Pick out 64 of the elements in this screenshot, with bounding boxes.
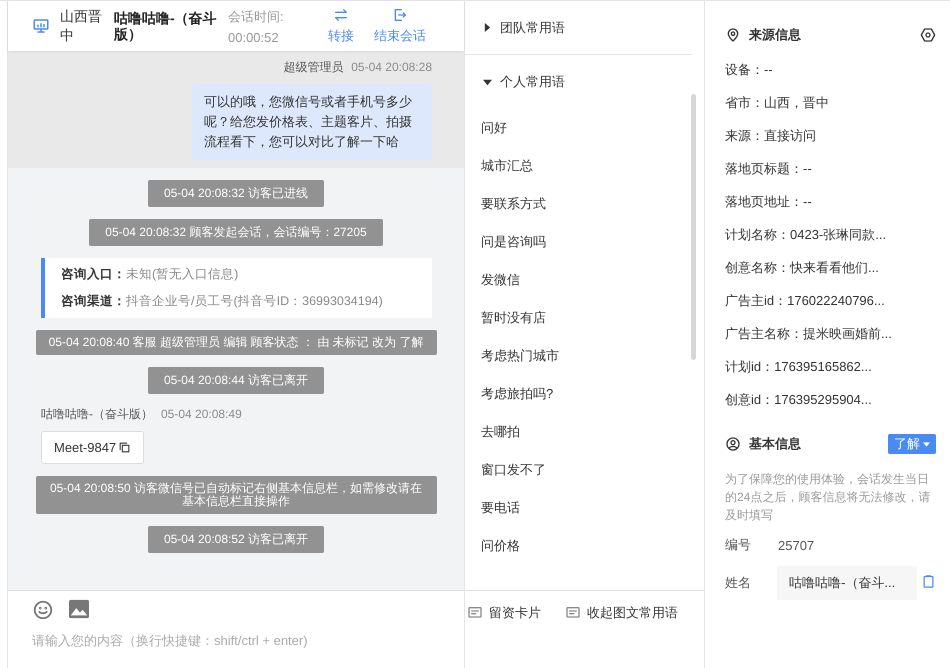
system-notice: 05-04 20:08:32 顾客发起会话，会话编号：27205	[89, 219, 383, 246]
location-pin-icon	[725, 27, 741, 43]
settings-icon[interactable]	[920, 27, 936, 43]
phrase-item[interactable]: 要联系方式	[465, 185, 692, 223]
name-field[interactable]: 咕噜咕噜-（奋斗...	[777, 566, 917, 600]
source-field: 创意名称：快来看看他们...	[725, 259, 936, 292]
notice-text: 为了保障您的使用体验，会话发生当日的24点之后，顾客信息将无法修改，请及时填写	[725, 471, 932, 524]
phrase-item[interactable]: 发微信	[465, 261, 692, 299]
caret-icon	[923, 442, 930, 446]
info-line: 咨询渠道：抖音企业号/员工号(抖音号ID：36993034194)	[61, 293, 384, 310]
caret-icon	[483, 23, 492, 32]
phrase-item[interactable]: 暂时没有店	[465, 299, 692, 337]
section-title: 基本信息	[749, 435, 802, 453]
system-notice: 05-04 20:08:32 访客已进线	[148, 180, 324, 207]
phrase-item[interactable]: 去哪拍	[465, 413, 692, 451]
source-field: 落地页地址：--	[725, 193, 936, 226]
visitor-name: 咕噜咕噜-（奋斗版）	[114, 10, 218, 42]
phrase-item[interactable]: 城市汇总	[465, 147, 692, 185]
phrase-item[interactable]: 考虑热门城市	[465, 337, 692, 375]
source-field: 计划名称：0423-张琳同款...	[725, 226, 936, 259]
caret-icon	[483, 78, 492, 86]
source-field: 设备：--	[725, 61, 936, 94]
system-notice: 05-04 20:08:52 访客已离开	[148, 526, 324, 553]
field-label: 编号	[725, 536, 752, 554]
source-field: 计划id：176395165862...	[725, 358, 936, 391]
message-bubble: 可以的哦，您微信号或者手机号多少呢？给您发价格表、主题客片、拍摄流程看下，您可以对比了解一下哈	[192, 84, 432, 160]
system-notice: 05-04 20:08:50 访客微信号已自动标记右侧基本信息栏，如需修改请在基本信息栏直接操作	[36, 476, 436, 514]
phrase-item[interactable]: 要电话	[465, 489, 692, 527]
message-meta: 超级管理员 05-04 20:08:28	[283, 59, 432, 76]
source-field: 广告主id：176022240796...	[725, 292, 936, 325]
message-bubble: Meet-9847	[41, 431, 144, 464]
field-label: 姓名	[725, 574, 752, 592]
swap-arrows-icon	[333, 7, 349, 23]
source-field: 广告主名称：提米映画婚前...	[725, 325, 936, 358]
phrase-item[interactable]: 窗口发不了	[465, 451, 692, 489]
timer-label: 会话时间:	[228, 8, 285, 26]
info-line: 咨询入口：未知(暂无入口信息)	[61, 266, 240, 283]
phrase-item[interactable]: 问价格	[465, 527, 692, 565]
phrase-item[interactable]: 问是咨询吗	[465, 223, 692, 261]
system-notice: 05-04 20:08:40 客服 超级管理员 编辑 顾客状态 ： 由 未标记 改为 了解	[36, 330, 436, 355]
copy-icon	[118, 441, 132, 454]
exit-icon	[392, 7, 408, 23]
source-field: 落地页标题：--	[725, 160, 936, 193]
field-value: 25707	[778, 538, 814, 552]
phrase-item[interactable]: 问好	[465, 109, 692, 147]
image-icon[interactable]	[68, 599, 90, 619]
user-circle-icon	[725, 436, 741, 452]
monitor-icon	[32, 17, 50, 35]
copy-icon	[921, 574, 936, 589]
lead-card-button[interactable]: 留资卡片	[467, 603, 541, 623]
system-notice: 05-04 20:08:44 访客已离开	[148, 367, 324, 394]
smiley-icon[interactable]	[32, 599, 54, 621]
source-field: 创意id：176395295904...	[725, 391, 936, 424]
message-input[interactable]: 请输入您的内容（换行快捷键：shift/ctrl + enter)	[32, 633, 432, 648]
phrase-group-header[interactable]: 团队常用语	[465, 1, 692, 55]
visitor-location: 山西晋中	[60, 7, 103, 45]
session-timer: 00:00:52	[228, 30, 280, 44]
source-field: 来源：直接访问	[725, 127, 936, 160]
message-meta: 咕噜咕噜-（奋斗版） 05-04 20:08:49	[41, 406, 242, 423]
collapse-phrases-button[interactable]: 收起图文常用语	[565, 603, 678, 623]
section-title: 来源信息	[749, 26, 802, 44]
phrase-group-header[interactable]: 个人常用语	[465, 55, 692, 109]
source-field: 省市：山西，晋中	[725, 94, 936, 127]
phrase-item[interactable]: 考虑旅拍吗?	[465, 375, 692, 413]
